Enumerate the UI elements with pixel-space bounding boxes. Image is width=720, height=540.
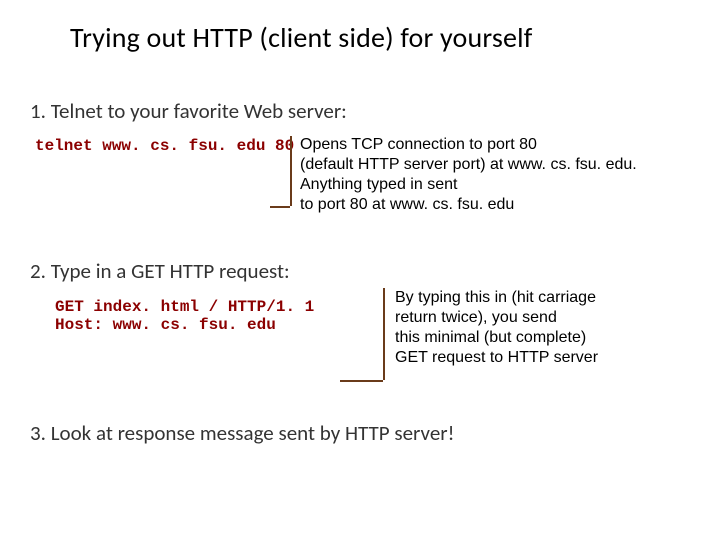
slide: Trying out HTTP (client side) for yourse… (0, 0, 720, 540)
callout-bracket-icon (340, 380, 383, 382)
step-3-heading: 3. Look at response message sent by HTTP… (30, 420, 454, 446)
callout-bracket-icon (383, 288, 393, 380)
callout-bracket-icon (270, 206, 290, 208)
note-get: By typing this in (hit carriagereturn tw… (395, 288, 685, 368)
code-get: GET index. html / HTTP/1. 1Host: www. cs… (55, 298, 314, 334)
callout-bracket-icon (290, 136, 300, 206)
code-telnet: telnet www. cs. fsu. edu 80 (35, 137, 294, 155)
step-1-heading: 1. Telnet to your favorite Web server: (30, 98, 347, 124)
note-telnet: Opens TCP connection to port 80(default … (300, 135, 700, 215)
slide-title: Trying out HTTP (client side) for yourse… (70, 20, 670, 55)
step-2-heading: 2. Type in a GET HTTP request: (30, 258, 290, 284)
